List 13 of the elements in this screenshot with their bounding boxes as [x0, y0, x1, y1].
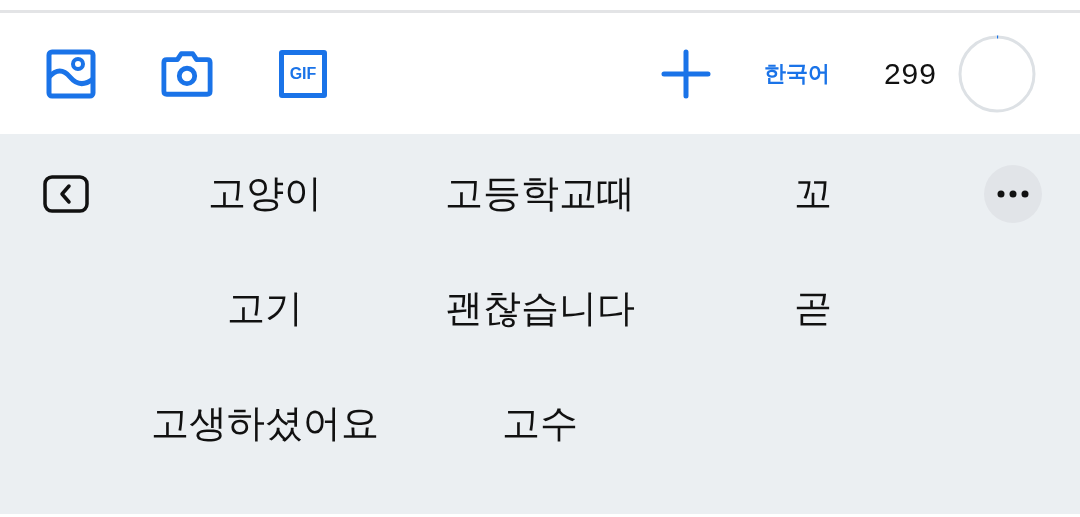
- suggestion-chip[interactable]: 꼬: [793, 168, 832, 219]
- suggestion-chip[interactable]: 고생하셨어요: [151, 398, 379, 449]
- suggestion-chip[interactable]: 고양이: [208, 168, 322, 219]
- image-icon[interactable]: [45, 47, 97, 100]
- character-count: 299: [883, 56, 937, 91]
- gif-button[interactable]: GIF: [277, 47, 329, 100]
- suggestion-chip[interactable]: 곧: [793, 283, 832, 334]
- language-button[interactable]: 한국어: [763, 58, 830, 89]
- suggestion-chip[interactable]: 고수: [502, 398, 578, 449]
- suggestion-chip[interactable]: 고등학교때: [445, 168, 635, 219]
- back-icon[interactable]: [42, 173, 90, 214]
- suggestion-chip[interactable]: 고기: [227, 283, 303, 334]
- suggestion-chip[interactable]: 괜찮습니다: [445, 283, 635, 334]
